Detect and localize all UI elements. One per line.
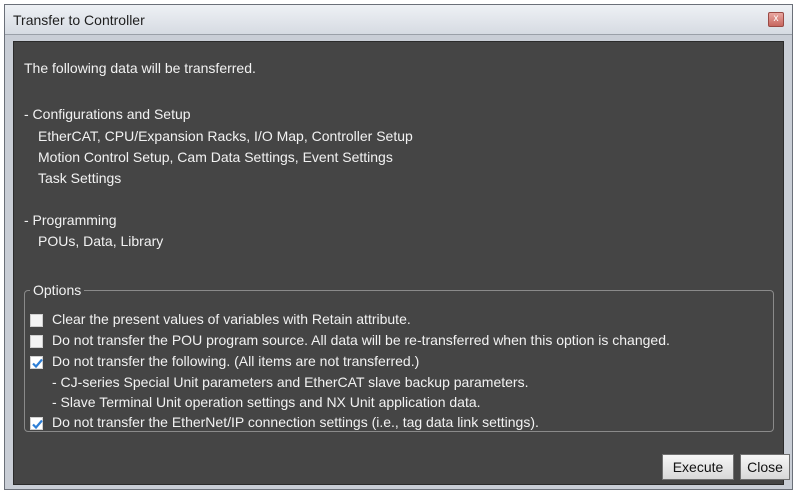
- section-heading-programming: - Programming: [24, 212, 117, 228]
- config-line-2: Motion Control Setup, Cam Data Settings,…: [38, 149, 393, 165]
- option-no-transfer-following-checkbox[interactable]: [30, 356, 43, 369]
- close-window-icon[interactable]: x: [768, 12, 784, 27]
- config-line-3: Task Settings: [38, 170, 122, 186]
- dialog-content: The following data will be transferred. …: [13, 41, 790, 485]
- title-bar[interactable]: Transfer to Controller x: [5, 5, 792, 35]
- option-no-pou-source-checkbox[interactable]: [30, 335, 43, 348]
- option-no-pou-source-label[interactable]: Do not transfer the POU program source. …: [52, 332, 670, 348]
- programming-line-1: POUs, Data, Library: [38, 233, 164, 249]
- intro-text: The following data will be transferred.: [24, 60, 256, 76]
- option-subline-cj-series: - CJ-series Special Unit parameters and …: [52, 374, 529, 390]
- dialog-title: Transfer to Controller: [13, 12, 145, 28]
- checkmark-icon: [32, 419, 43, 430]
- transfer-dialog: Transfer to Controller x The following d…: [4, 4, 793, 490]
- option-no-transfer-following-label[interactable]: Do not transfer the following. (All item…: [52, 353, 419, 369]
- option-no-ethernetip-label[interactable]: Do not transfer the EtherNet/IP connecti…: [52, 414, 539, 430]
- execute-button[interactable]: Execute: [662, 454, 734, 480]
- close-button[interactable]: Close: [740, 454, 790, 480]
- option-subline-slave-terminal: - Slave Terminal Unit operation settings…: [52, 394, 481, 410]
- config-line-1: EtherCAT, CPU/Expansion Racks, I/O Map, …: [38, 128, 413, 144]
- option-clear-retain-checkbox[interactable]: [30, 314, 43, 327]
- option-no-ethernetip-checkbox[interactable]: [30, 417, 43, 430]
- options-legend: Options: [30, 282, 85, 298]
- section-heading-config: - Configurations and Setup: [24, 106, 191, 122]
- checkmark-icon: [32, 358, 43, 369]
- option-clear-retain-label[interactable]: Clear the present values of variables wi…: [52, 311, 411, 327]
